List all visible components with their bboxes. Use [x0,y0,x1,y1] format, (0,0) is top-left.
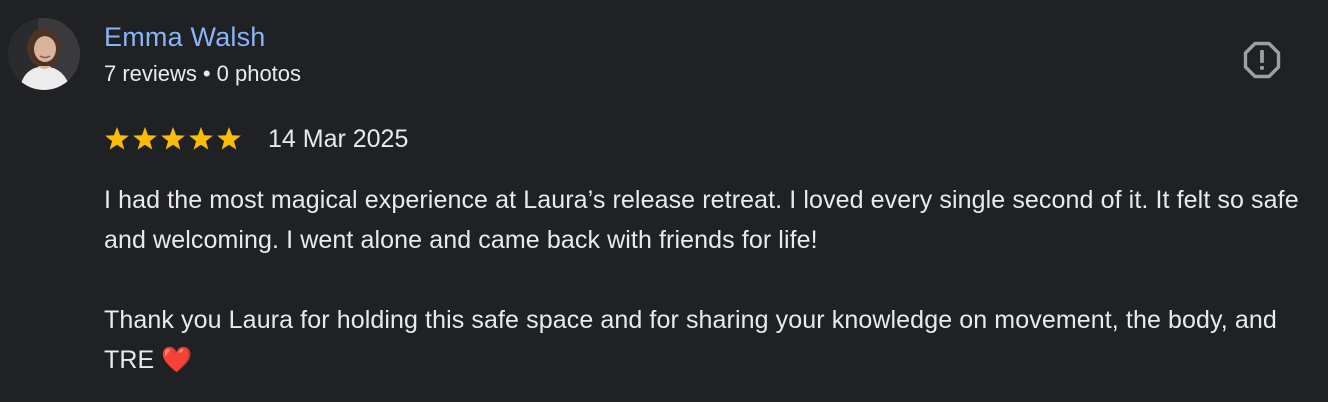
review-paragraph: I had the most magical experience at Lau… [104,186,1299,254]
star-filled-icon [133,127,157,150]
star-rating [104,126,242,152]
report-octagon-icon [1243,41,1281,79]
rating-row: 14 Mar 2025 [104,122,408,156]
author-reviews-count: 7 reviews [104,61,197,86]
review-paragraph: Thank you Laura for holding this safe sp… [104,306,1277,374]
review-date: 14 Mar 2025 [268,125,409,153]
author-meta: 7 reviews • 0 photos [104,60,301,88]
author-photos-count: 0 photos [216,61,302,86]
meta-separator: • [202,61,211,86]
star-filled-icon [105,127,129,150]
star-filled-icon [161,127,185,150]
report-review-button[interactable] [1240,38,1284,82]
review-text: I had the most magical experience at Lau… [104,180,1319,380]
star-filled-icon [217,127,241,150]
star-filled-icon [189,127,213,150]
user-avatar-photo-icon [8,18,80,90]
author-name-link[interactable]: Emma Walsh [104,20,266,54]
author-avatar[interactable] [8,18,80,90]
